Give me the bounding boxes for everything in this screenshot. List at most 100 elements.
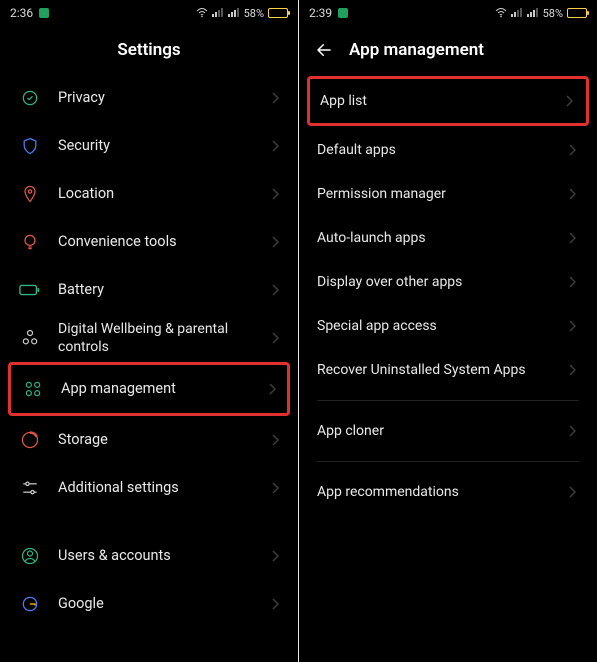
status-bar: 2:39 58%: [299, 0, 597, 26]
bulb-icon: [16, 228, 44, 256]
settings-row-storage[interactable]: Storage: [0, 416, 298, 464]
chevron-right-icon: [565, 485, 579, 499]
chevron-right-icon: [562, 94, 576, 108]
settings-row-users[interactable]: Users & accounts: [0, 532, 298, 580]
settings-row-battery[interactable]: Battery: [0, 266, 298, 314]
notification-dot-icon: [39, 8, 49, 18]
row-label: Permission manager: [317, 185, 565, 203]
chevron-right-icon: [268, 597, 282, 611]
chevron-right-icon: [268, 433, 282, 447]
notification-dot-icon: [338, 8, 348, 18]
highlight-app-list: App list: [307, 76, 589, 126]
row-permission-manager[interactable]: Permission manager: [299, 172, 597, 216]
chevron-right-icon: [268, 331, 282, 345]
privacy-icon: [16, 84, 44, 112]
row-label: Recover Uninstalled System Apps: [317, 361, 565, 379]
chevron-right-icon: [565, 187, 579, 201]
sliders-icon: [16, 474, 44, 502]
screenshot-settings: 2:36 58% Settings Privacy Security: [0, 0, 298, 662]
screenshot-app-management: 2:39 58% App management App list Default…: [299, 0, 597, 662]
row-label: Additional settings: [58, 479, 268, 498]
highlight-app-management: App management: [8, 362, 290, 416]
row-label: Convenience tools: [58, 233, 268, 252]
page-header: App management: [299, 26, 597, 74]
settings-row-app-management[interactable]: App management: [11, 365, 287, 413]
row-label: Location: [58, 185, 268, 204]
status-icons: 58%: [495, 7, 587, 20]
row-app-recommendations[interactable]: App recommendations: [299, 470, 597, 514]
separator: [317, 461, 579, 462]
chevron-right-icon: [265, 382, 279, 396]
page-title-text: App management: [349, 40, 484, 60]
row-label: App cloner: [317, 422, 565, 440]
row-label: Google: [58, 595, 268, 614]
row-recover-apps[interactable]: Recover Uninstalled System Apps: [299, 348, 597, 392]
chevron-right-icon: [268, 187, 282, 201]
update-icon: [16, 658, 44, 662]
row-label: Digital Wellbeing & parental controls: [58, 320, 268, 356]
settings-row-privacy[interactable]: Privacy: [0, 74, 298, 122]
separator: [317, 400, 579, 401]
page-title: Settings: [0, 26, 298, 74]
status-time: 2:39: [309, 6, 332, 20]
row-label: App recommendations: [317, 483, 565, 501]
chevron-right-icon: [268, 235, 282, 249]
back-button[interactable]: [313, 39, 335, 61]
settings-row-additional[interactable]: Additional settings: [0, 464, 298, 512]
signal-2-icon: [228, 8, 240, 18]
settings-row-convenience[interactable]: Convenience tools: [0, 218, 298, 266]
row-label: Default apps: [317, 141, 565, 159]
row-label: Users & accounts: [58, 547, 268, 566]
settings-list: Privacy Security Location Convenience to…: [0, 74, 298, 662]
chevron-right-icon: [565, 143, 579, 157]
signal-icon: [212, 8, 224, 18]
google-icon: [16, 590, 44, 618]
battery-pct: 58%: [543, 7, 563, 20]
row-label: Display over other apps: [317, 273, 565, 291]
status-icons: 58%: [196, 7, 288, 20]
status-bar: 2:36 58%: [0, 0, 298, 26]
chevron-right-icon: [268, 481, 282, 495]
row-app-list[interactable]: App list: [310, 79, 586, 123]
settings-row-google[interactable]: Google: [0, 580, 298, 628]
row-display-over[interactable]: Display over other apps: [299, 260, 597, 304]
battery-icon: [268, 8, 288, 18]
signal-2-icon: [527, 8, 539, 18]
chevron-right-icon: [565, 275, 579, 289]
chevron-right-icon: [565, 363, 579, 377]
row-special-access[interactable]: Special app access: [299, 304, 597, 348]
row-label: Auto-launch apps: [317, 229, 565, 247]
storage-icon: [16, 426, 44, 454]
apps-icon: [19, 375, 47, 403]
row-app-cloner[interactable]: App cloner: [299, 409, 597, 453]
user-icon: [16, 542, 44, 570]
wifi-icon: [196, 8, 208, 18]
chevron-right-icon: [565, 319, 579, 333]
wifi-icon: [495, 8, 507, 18]
settings-row-security[interactable]: Security: [0, 122, 298, 170]
row-label: App management: [61, 380, 265, 399]
chevron-right-icon: [565, 231, 579, 245]
row-label: Security: [58, 137, 268, 156]
app-management-list: App list Default apps Permission manager…: [299, 74, 597, 662]
row-label: Battery: [58, 281, 268, 300]
row-auto-launch[interactable]: Auto-launch apps: [299, 216, 597, 260]
settings-row-location[interactable]: Location: [0, 170, 298, 218]
battery-icon: [567, 8, 587, 18]
chevron-right-icon: [268, 549, 282, 563]
row-label: App list: [320, 92, 562, 110]
battery-row-icon: [16, 276, 44, 304]
page-title-text: Settings: [117, 40, 180, 60]
chevron-right-icon: [268, 139, 282, 153]
settings-row-wellbeing[interactable]: Digital Wellbeing & parental controls: [0, 314, 298, 362]
settings-row-software-update[interactable]: Software update: [0, 648, 298, 662]
location-icon: [16, 180, 44, 208]
chevron-right-icon: [565, 424, 579, 438]
status-time: 2:36: [10, 6, 33, 20]
arrow-left-icon: [315, 41, 333, 59]
row-label: Storage: [58, 431, 268, 450]
chevron-right-icon: [268, 283, 282, 297]
chevron-right-icon: [268, 91, 282, 105]
row-default-apps[interactable]: Default apps: [299, 128, 597, 172]
row-label: Privacy: [58, 89, 268, 108]
